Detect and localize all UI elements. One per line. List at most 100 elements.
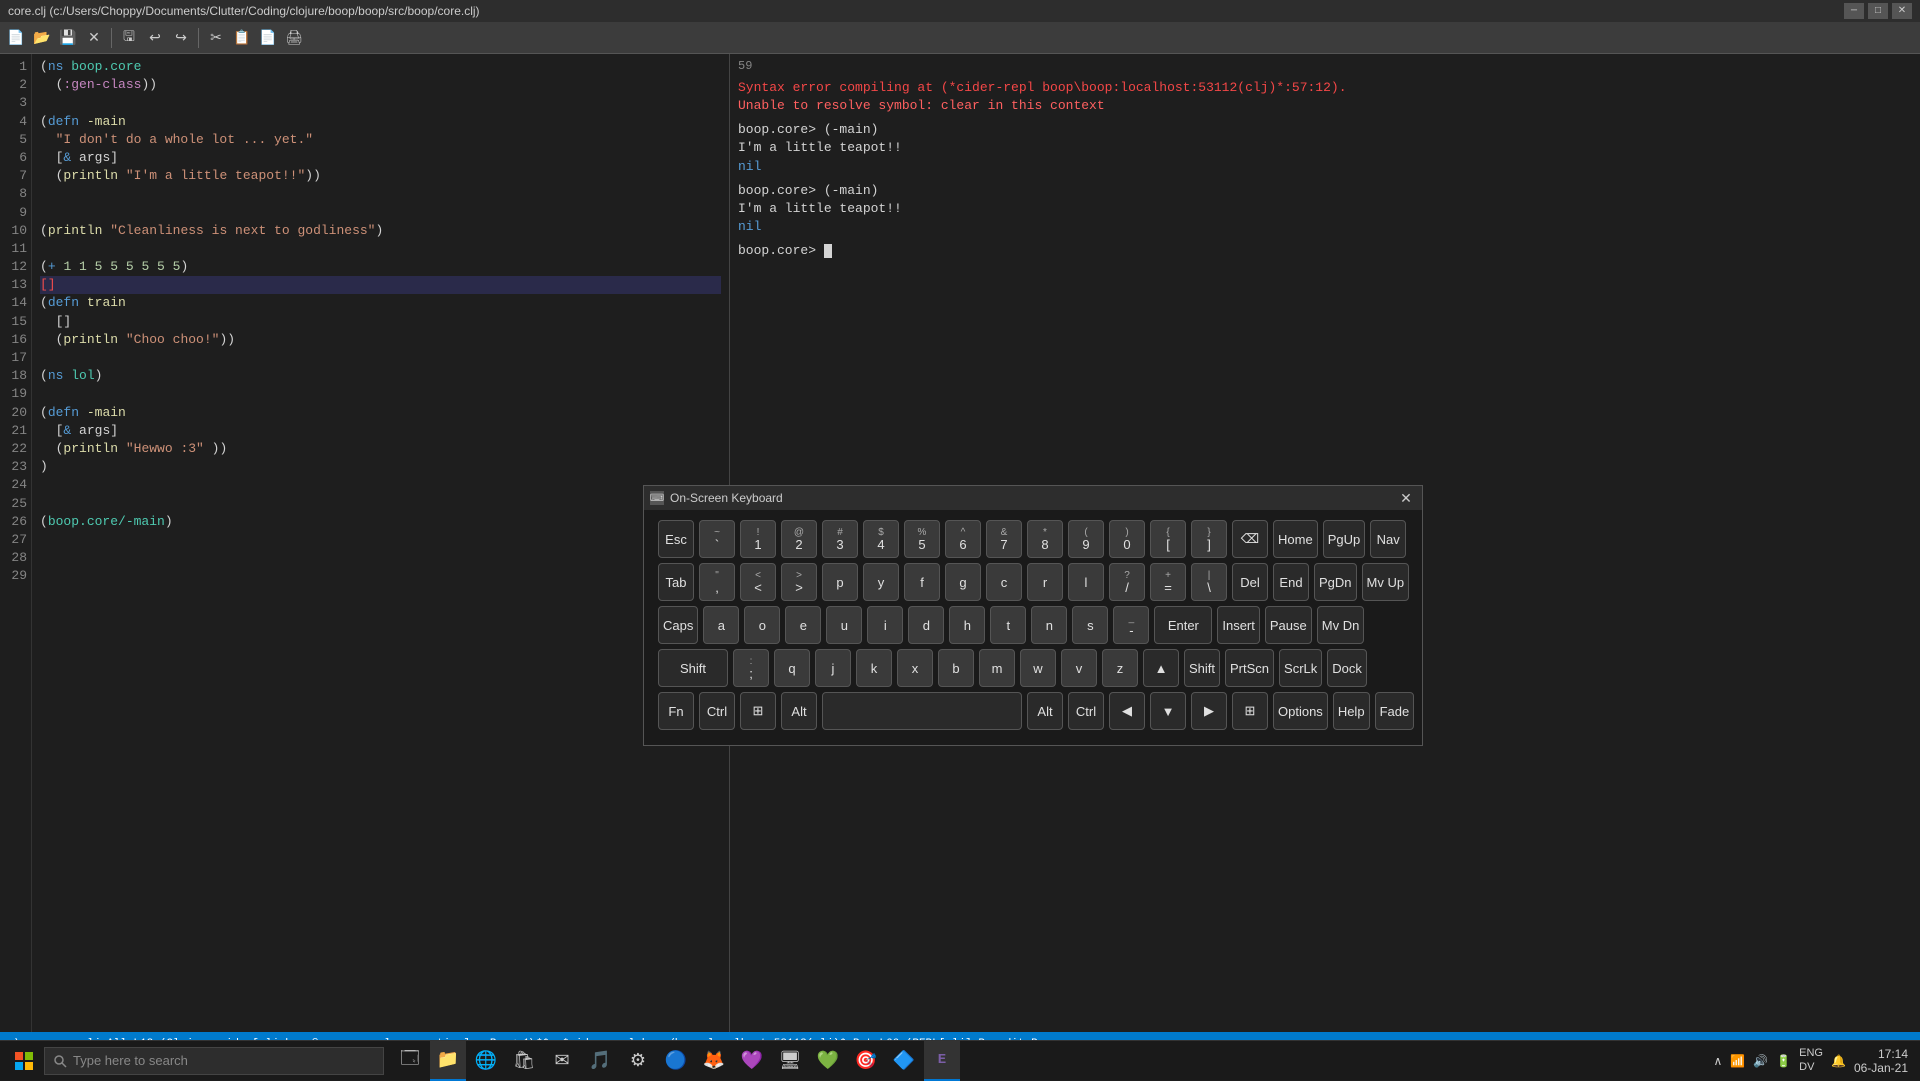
key-backtick[interactable]: ~`: [699, 520, 735, 558]
key-home[interactable]: Home: [1273, 520, 1318, 558]
redo-button[interactable]: ↪: [169, 26, 193, 50]
open-button[interactable]: 📂: [30, 26, 54, 50]
task-view-button[interactable]: 🗔: [392, 1041, 428, 1081]
key-semicolon[interactable]: :;: [733, 649, 769, 687]
copy-button[interactable]: 📋: [230, 26, 254, 50]
key-9[interactable]: (9: [1068, 520, 1104, 558]
key-mv-up[interactable]: Mv Up: [1362, 563, 1410, 601]
settings-button[interactable]: ⚙: [620, 1041, 656, 1081]
key-1[interactable]: !1: [740, 520, 776, 558]
key-2[interactable]: @2: [781, 520, 817, 558]
undo-button[interactable]: ↩: [143, 26, 167, 50]
osk-close-button[interactable]: ✕: [1396, 488, 1416, 508]
cut-button[interactable]: ✂: [204, 26, 228, 50]
key-t[interactable]: t: [990, 606, 1026, 644]
key-shift-left[interactable]: Shift: [658, 649, 728, 687]
key-space[interactable]: [822, 692, 1022, 730]
key-pgdn[interactable]: PgDn: [1314, 563, 1357, 601]
key-nav[interactable]: Nav: [1370, 520, 1406, 558]
mail-button[interactable]: ✉: [544, 1041, 580, 1081]
edge-browser-button[interactable]: 🌐: [468, 1041, 504, 1081]
editor-pane[interactable]: 12345 678910 1112131415 1617181920 21222…: [0, 54, 730, 1032]
app2-button[interactable]: 🦊: [696, 1041, 732, 1081]
key-rbracket[interactable]: }]: [1191, 520, 1227, 558]
key-o[interactable]: o: [744, 606, 780, 644]
key-x[interactable]: x: [897, 649, 933, 687]
close-button[interactable]: ✕: [1892, 3, 1912, 19]
key-shift-right[interactable]: Shift: [1184, 649, 1220, 687]
key-ctrl-left[interactable]: Ctrl: [699, 692, 735, 730]
app3-button[interactable]: 💜: [734, 1041, 770, 1081]
save-all-button[interactable]: 🖫: [117, 26, 141, 50]
app7-button[interactable]: 🔷: [886, 1041, 922, 1081]
key-f[interactable]: f: [904, 563, 940, 601]
app5-button[interactable]: 💚: [810, 1041, 846, 1081]
app6-button[interactable]: 🎯: [848, 1041, 884, 1081]
key-r[interactable]: r: [1027, 563, 1063, 601]
key-mv-dn[interactable]: Mv Dn: [1317, 606, 1365, 644]
key-lt[interactable]: <<: [740, 563, 776, 601]
key-insert[interactable]: Insert: [1217, 606, 1260, 644]
key-win-left[interactable]: ⊞: [740, 692, 776, 730]
key-prtscn[interactable]: PrtScn: [1225, 649, 1274, 687]
print-button[interactable]: 🖨: [282, 26, 306, 50]
tray-up-arrow[interactable]: ∧: [1714, 1054, 1723, 1068]
key-7[interactable]: &7: [986, 520, 1022, 558]
key-arrow-down[interactable]: ▼: [1150, 692, 1186, 730]
key-l[interactable]: l: [1068, 563, 1104, 601]
emacs-button[interactable]: E: [924, 1041, 960, 1081]
key-0[interactable]: )0: [1109, 520, 1145, 558]
key-pause[interactable]: Pause: [1265, 606, 1312, 644]
key-b[interactable]: b: [938, 649, 974, 687]
key-m[interactable]: m: [979, 649, 1015, 687]
key-help[interactable]: Help: [1333, 692, 1370, 730]
key-fade[interactable]: Fade: [1375, 692, 1415, 730]
key-del[interactable]: Del: [1232, 563, 1268, 601]
store-button[interactable]: 🛍: [506, 1041, 542, 1081]
key-dock[interactable]: Dock: [1327, 649, 1367, 687]
key-4[interactable]: $4: [863, 520, 899, 558]
key-lbracket[interactable]: {[: [1150, 520, 1186, 558]
key-alt-right[interactable]: Alt: [1027, 692, 1063, 730]
key-caps[interactable]: Caps: [658, 606, 698, 644]
key-k[interactable]: k: [856, 649, 892, 687]
key-win-right[interactable]: ⊞: [1232, 692, 1268, 730]
key-backspace[interactable]: ⌫: [1232, 520, 1268, 558]
key-d[interactable]: d: [908, 606, 944, 644]
key-w[interactable]: w: [1020, 649, 1056, 687]
key-arrow-up[interactable]: ▲: [1143, 649, 1179, 687]
key-esc[interactable]: Esc: [658, 520, 694, 558]
key-v[interactable]: v: [1061, 649, 1097, 687]
key-equals[interactable]: +=: [1150, 563, 1186, 601]
key-q[interactable]: q: [774, 649, 810, 687]
key-e[interactable]: e: [785, 606, 821, 644]
start-button[interactable]: [4, 1041, 44, 1081]
save-button[interactable]: 💾: [56, 26, 80, 50]
key-arrow-left[interactable]: ◀: [1109, 692, 1145, 730]
key-g[interactable]: g: [945, 563, 981, 601]
key-backslash[interactable]: |\: [1191, 563, 1227, 601]
key-u[interactable]: u: [826, 606, 862, 644]
key-a[interactable]: a: [703, 606, 739, 644]
key-fn[interactable]: Fn: [658, 692, 694, 730]
key-c[interactable]: c: [986, 563, 1022, 601]
key-dash[interactable]: _-: [1113, 606, 1149, 644]
code-editor[interactable]: (ns boop.core (:gen-class)) (defn -main …: [32, 54, 729, 1032]
key-alt-left[interactable]: Alt: [781, 692, 817, 730]
key-gt[interactable]: >>: [781, 563, 817, 601]
key-end[interactable]: End: [1273, 563, 1309, 601]
minimize-button[interactable]: ─: [1844, 3, 1864, 19]
key-8[interactable]: *8: [1027, 520, 1063, 558]
key-5[interactable]: %5: [904, 520, 940, 558]
key-enter[interactable]: Enter: [1154, 606, 1212, 644]
key-i[interactable]: i: [867, 606, 903, 644]
new-file-button[interactable]: 📄: [4, 26, 28, 50]
app1-button[interactable]: 🔵: [658, 1041, 694, 1081]
maximize-button[interactable]: □: [1868, 3, 1888, 19]
key-scrlk[interactable]: ScrLk: [1279, 649, 1322, 687]
file-explorer-button[interactable]: 📁: [430, 1041, 466, 1081]
key-s[interactable]: s: [1072, 606, 1108, 644]
key-z[interactable]: z: [1102, 649, 1138, 687]
key-comma-special[interactable]: ",: [699, 563, 735, 601]
key-3[interactable]: #3: [822, 520, 858, 558]
